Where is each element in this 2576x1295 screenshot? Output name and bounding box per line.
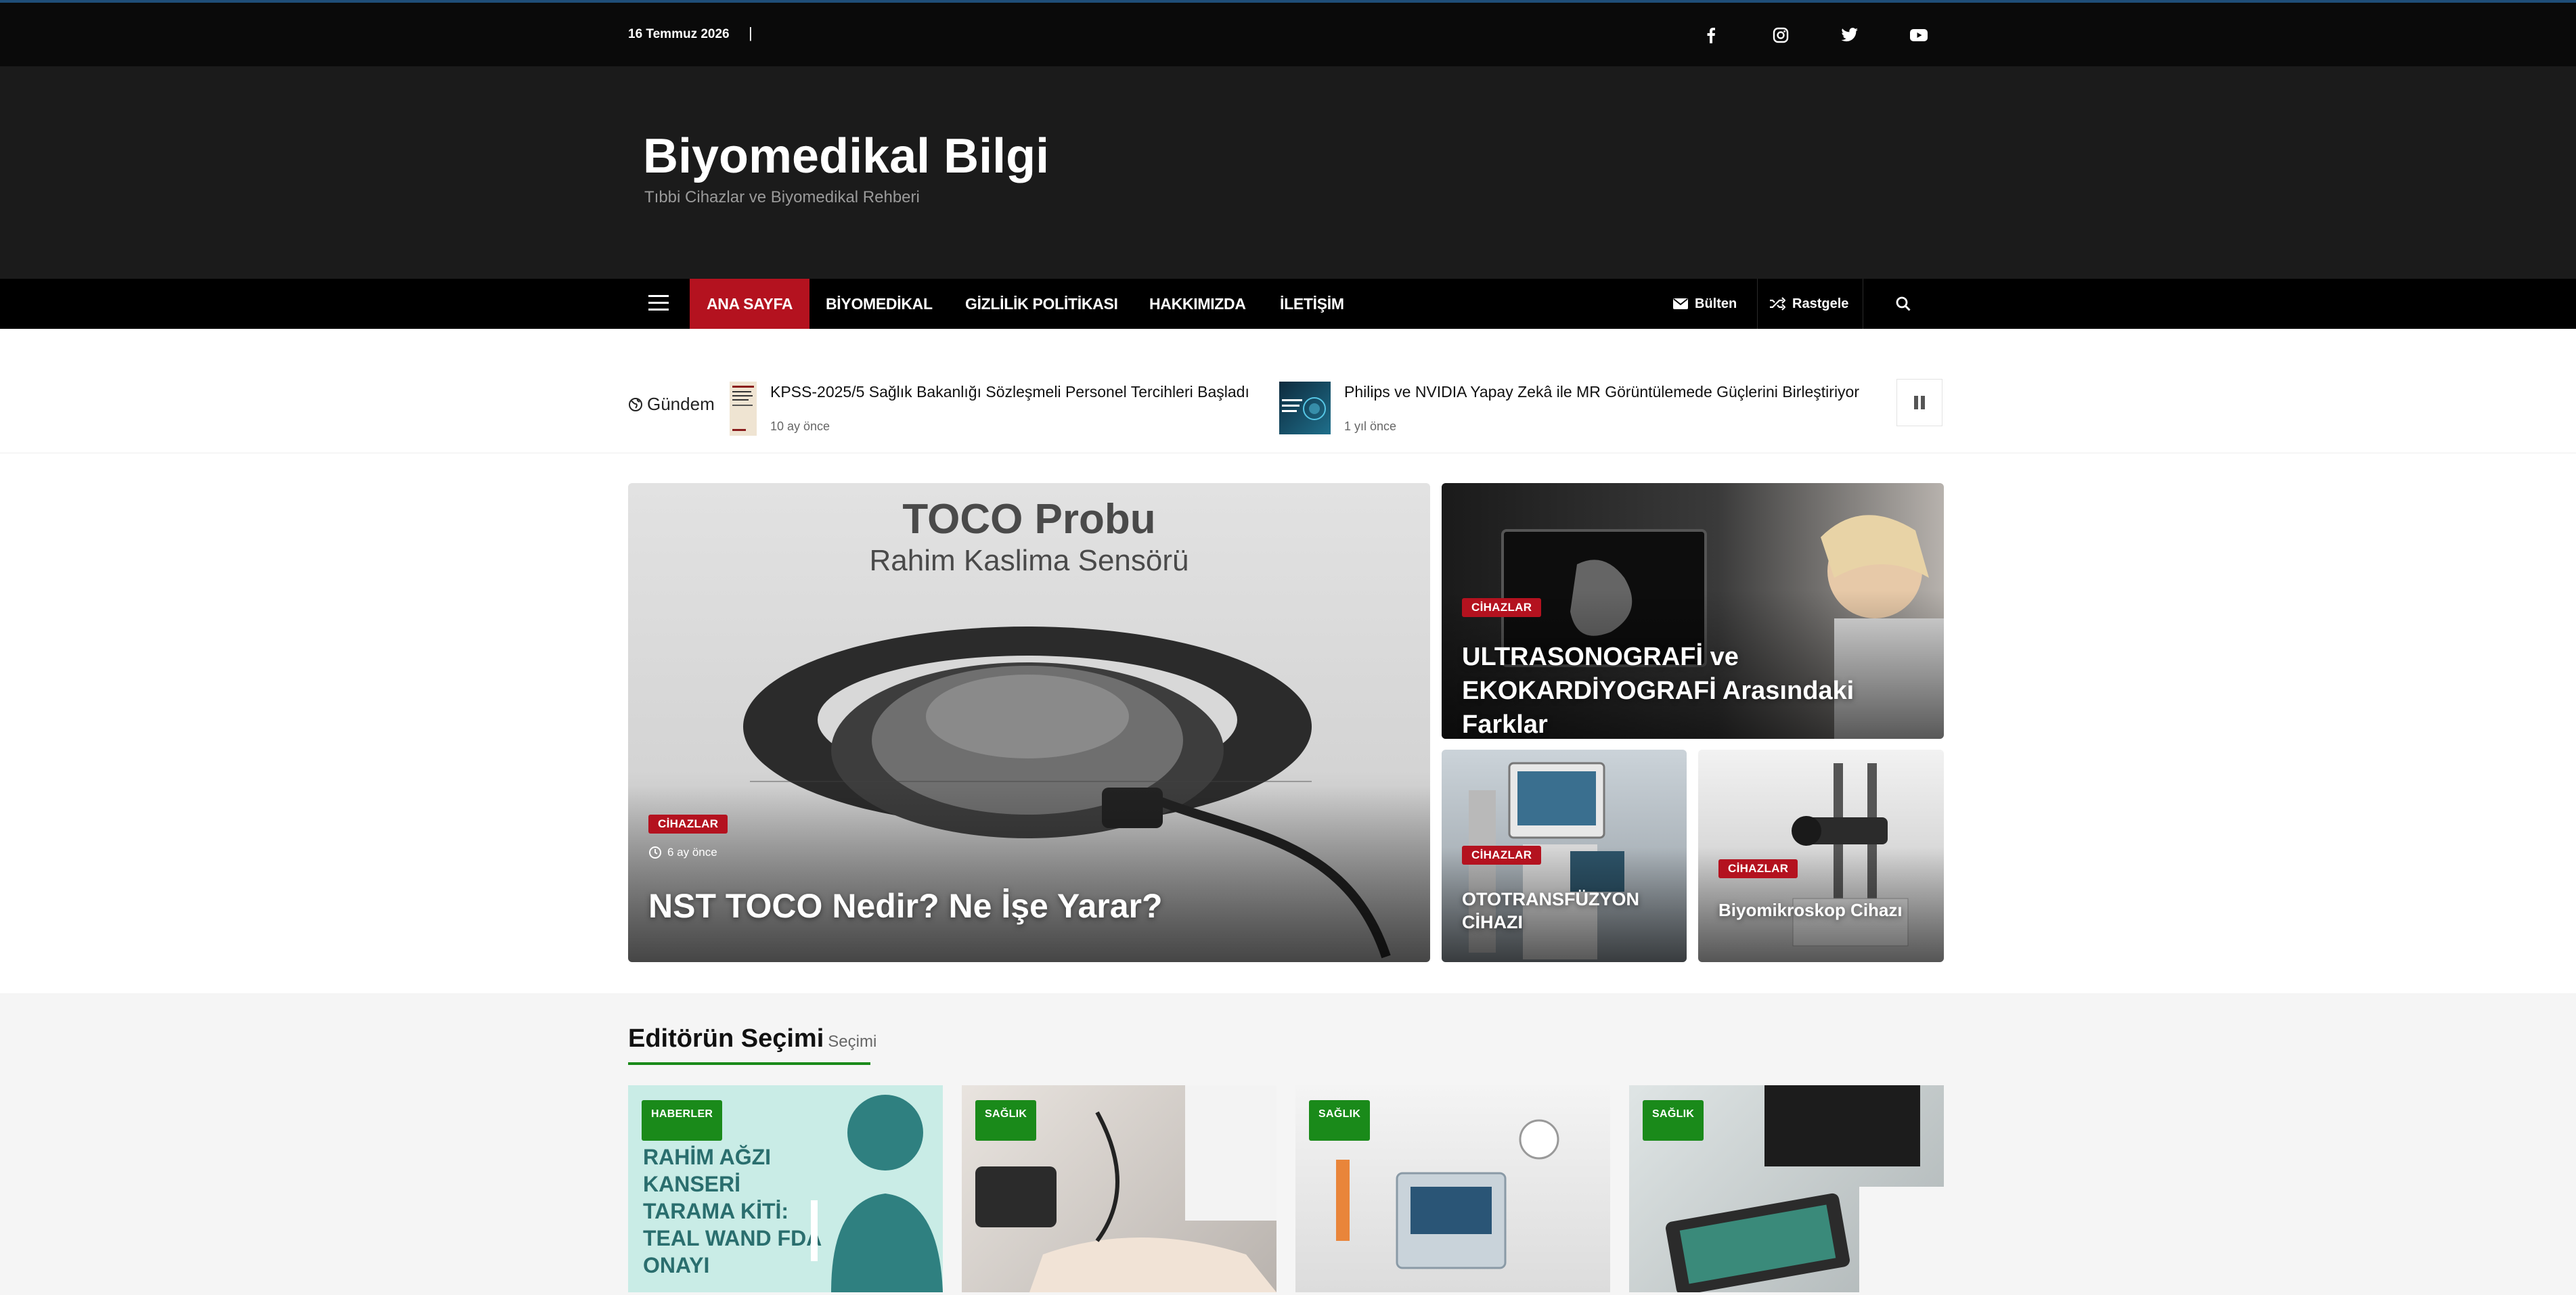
ticker-item-title[interactable]: Philips ve NVIDIA Yapay Zekâ ile MR Görü… xyxy=(1344,382,1859,402)
pause-icon xyxy=(1914,396,1918,409)
newsletter-label: Bülten xyxy=(1695,296,1737,311)
section-underline xyxy=(628,1062,870,1065)
category-badge[interactable]: CİHAZLAR xyxy=(1718,859,1798,878)
random-label: Rastgele xyxy=(1792,296,1849,311)
category-badge[interactable]: SAĞLIK xyxy=(1643,1100,1704,1141)
envelope-icon xyxy=(1673,298,1688,309)
post-time: 6 ay önce xyxy=(667,846,717,859)
search-button[interactable] xyxy=(1895,279,1911,329)
ticker-pause-button[interactable] xyxy=(1896,379,1942,426)
random-post-button[interactable]: Rastgele xyxy=(1769,279,1848,329)
ticker-item-title[interactable]: KPSS-2025/5 Sağlık Bakanlığı Sözleşmeli … xyxy=(770,382,1249,402)
search-icon xyxy=(1896,296,1911,311)
menu-icon[interactable] xyxy=(648,295,669,313)
section-heading: Editörün Seçimi Seçimi xyxy=(628,1024,877,1053)
editor-card[interactable]: SAĞLIK xyxy=(1295,1085,1610,1292)
category-badge[interactable]: CİHAZLAR xyxy=(648,815,728,834)
featured-bottom-left-card[interactable]: CİHAZLAR OTOTRANSFÜZYON CİHAZI xyxy=(1442,750,1687,962)
section-subheading: Seçimi xyxy=(828,1032,877,1051)
featured-main-card[interactable]: TOCO Probu Rahim Kaslima Sensörü CİHAZLA… xyxy=(628,483,1430,962)
globe-icon xyxy=(629,397,642,411)
main-nav: ANA SAYFA BİYOMEDİKAL GİZLİLİK POLİTİKAS… xyxy=(0,279,2576,329)
editor-card[interactable]: SAĞLIK xyxy=(962,1085,1276,1292)
ticker-item-time: 1 yıl önce xyxy=(1344,419,1397,433)
featured-bottom-right-card[interactable]: CİHAZLAR Biyomikroskop Cihazı xyxy=(1698,750,1944,962)
top-bar: 16 Temmuz 2026 | xyxy=(0,0,2576,66)
featured-top-right-card[interactable]: CİHAZLAR ULTRASONOGRAFİ ve EKOKARDİYOGRA… xyxy=(1442,483,1944,739)
ticker-item[interactable]: Philips ve NVIDIA Yapay Zekâ ile MR Görü… xyxy=(1279,382,1859,434)
editor-card[interactable]: SAĞLIK xyxy=(1629,1085,1944,1292)
featured-top-right-title[interactable]: ULTRASONOGRAFİ ve EKOKARDİYOGRAFİ Arasın… xyxy=(1462,640,1929,739)
ticker-item[interactable]: KPSS-2025/5 Sağlık Bakanlığı Sözleşmeli … xyxy=(730,382,1249,436)
category-badge[interactable]: SAĞLIK xyxy=(975,1100,1037,1141)
nav-divider xyxy=(1757,279,1758,329)
facebook-icon[interactable] xyxy=(1699,23,1723,47)
instagram-icon[interactable] xyxy=(1769,23,1793,47)
category-badge[interactable]: SAĞLIK xyxy=(1309,1100,1371,1141)
ticker-thumbnail xyxy=(730,382,757,436)
shuffle-icon xyxy=(1770,297,1785,311)
nav-item-privacy[interactable]: GİZLİLİK POLİTİKASI xyxy=(948,279,1135,329)
ticker-item-time: 10 ay önce xyxy=(770,419,830,433)
site-title[interactable]: Biyomedikal Bilgi xyxy=(643,129,1049,184)
featured-main-title[interactable]: NST TOCO Nedir? Ne İşe Yarar? xyxy=(648,886,1163,926)
category-badge[interactable]: CİHAZLAR xyxy=(1462,846,1542,865)
featured-bottom-left-title[interactable]: OTOTRANSFÜZYON CİHAZI xyxy=(1462,888,1665,934)
nav-item-biomedical[interactable]: BİYOMEDİKAL xyxy=(809,279,950,329)
youtube-icon[interactable] xyxy=(1907,23,1931,47)
category-badge[interactable]: HABERLER xyxy=(642,1100,723,1141)
site-header: Biyomedikal Bilgi Tıbbi Cihazlar ve Biyo… xyxy=(0,66,2576,279)
nav-item-contact[interactable]: İLETİŞİM xyxy=(1263,279,1361,329)
editor-card[interactable]: RAHİM AĞZI KANSERİ TARAMA KİTİ: TEAL WAN… xyxy=(628,1085,943,1292)
news-ticker: Gündem KPSS-2025/5 Sağlık Bakanlığı Sözl… xyxy=(0,329,2576,453)
date-separator: | xyxy=(749,24,753,41)
newsletter-button[interactable]: Bülten xyxy=(1673,279,1737,329)
clock-icon xyxy=(649,846,661,859)
current-date: 16 Temmuz 2026 xyxy=(628,27,730,41)
nav-item-home[interactable]: ANA SAYFA xyxy=(690,279,810,329)
editors-pick-section: Editörün Seçimi Seçimi RAHİM AĞZI KANSERİ… xyxy=(0,993,2576,1295)
featured-bottom-right-title[interactable]: Biyomikroskop Cihazı xyxy=(1718,900,1903,921)
ticker-label: Gündem xyxy=(628,394,715,415)
nav-item-about[interactable]: HAKKIMIZDA xyxy=(1132,279,1263,329)
site-tagline: Tıbbi Cihazlar ve Biyomedikal Rehberi xyxy=(644,188,920,206)
twitter-icon[interactable] xyxy=(1838,23,1862,47)
ticker-thumbnail xyxy=(1279,382,1331,434)
category-badge[interactable]: CİHAZLAR xyxy=(1462,598,1542,617)
